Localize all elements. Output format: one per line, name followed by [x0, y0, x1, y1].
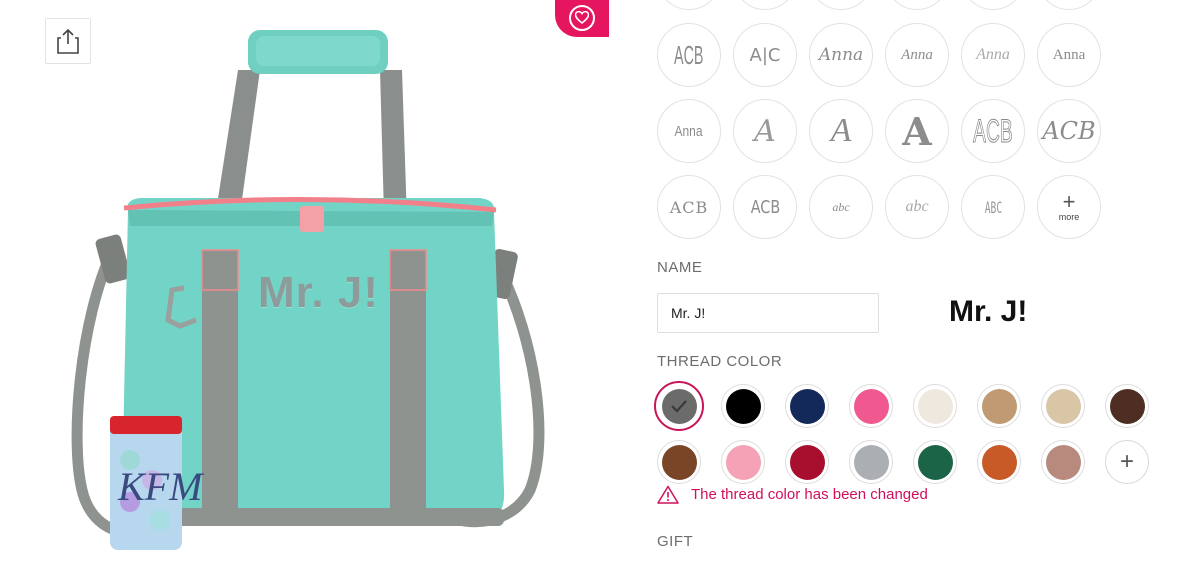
- plus-icon: +: [1062, 188, 1076, 214]
- thread-swatch[interactable]: [849, 384, 893, 428]
- font-option-block-letter[interactable]: A: [885, 99, 949, 163]
- thread-swatch[interactable]: [977, 384, 1021, 428]
- thread-swatch-color: [917, 388, 953, 424]
- font-option-stencil[interactable]: ABC: [961, 175, 1025, 239]
- font-option-divided-monogram[interactable]: A|C: [733, 23, 797, 87]
- thread-swatch[interactable]: [913, 440, 957, 484]
- thread-swatch-color: [1045, 388, 1081, 424]
- thread-swatch-color: [661, 388, 697, 424]
- font-option[interactable]: [809, 0, 873, 10]
- thread-swatch-color: [917, 444, 953, 480]
- gift-section-label: GIFT: [657, 533, 694, 550]
- thread-color-row-2: +: [657, 440, 1149, 484]
- warning-icon: [657, 485, 679, 504]
- thread-swatch[interactable]: [1105, 384, 1149, 428]
- name-section-label: NAME: [657, 259, 703, 276]
- thread-swatch-color: [1109, 388, 1145, 424]
- font-option-slim-monogram[interactable]: ACB: [657, 23, 721, 87]
- font-option[interactable]: [961, 0, 1025, 10]
- plus-icon: +: [1119, 448, 1134, 475]
- font-option-ornate-letter[interactable]: A: [733, 99, 797, 163]
- thread-swatch[interactable]: [785, 384, 829, 428]
- thread-swatch[interactable]: [785, 440, 829, 484]
- thread-swatch-color: [725, 388, 761, 424]
- thread-swatch-color: [981, 444, 1017, 480]
- font-option-script-anna[interactable]: Anna: [809, 23, 873, 87]
- font-row-1: [657, 0, 1101, 10]
- alert-message: The thread color has been changed: [691, 486, 928, 503]
- font-option-italic-anna[interactable]: Anna: [885, 23, 949, 87]
- svg-text:KFM: KFM: [117, 464, 205, 509]
- font-option-handwriting[interactable]: abc: [885, 175, 949, 239]
- font-option-classic-monogram[interactable]: ACB: [657, 175, 721, 239]
- font-option-thin-script-anna[interactable]: Anna: [961, 23, 1025, 87]
- font-option-outline-monogram[interactable]: ACB: [961, 99, 1025, 163]
- thread-color-row-1: [654, 381, 1149, 431]
- font-option-vine-monogram[interactable]: ACB: [1037, 99, 1101, 163]
- font-row-4: ACB ACB abc abc ABC + more: [657, 175, 1101, 239]
- thread-swatch[interactable]: [849, 440, 893, 484]
- font-option-lowercase-script[interactable]: abc: [809, 175, 873, 239]
- name-input[interactable]: [657, 293, 879, 333]
- name-preview: Mr. J!: [949, 295, 1028, 328]
- thread-change-alert: The thread color has been changed: [657, 485, 928, 504]
- font-option-thin-monogram[interactable]: ACB: [733, 175, 797, 239]
- checkmark-icon: [671, 400, 687, 413]
- thread-swatch[interactable]: [977, 440, 1021, 484]
- font-option-narrow-anna[interactable]: Anna: [657, 99, 721, 163]
- thread-swatch-color: [981, 388, 1017, 424]
- thread-swatch[interactable]: [721, 384, 765, 428]
- font-option-flourish-letter[interactable]: A: [809, 99, 873, 163]
- thread-swatch[interactable]: [913, 384, 957, 428]
- favorite-button[interactable]: [555, 0, 609, 37]
- thread-swatch-color: [789, 388, 825, 424]
- thread-color-label: THREAD COLOR: [657, 353, 783, 370]
- font-option[interactable]: [1037, 0, 1101, 10]
- thread-swatch[interactable]: [1041, 384, 1085, 428]
- thread-swatch-selected[interactable]: [654, 381, 704, 431]
- thread-swatch[interactable]: [1041, 440, 1085, 484]
- thread-swatch-color: [789, 444, 825, 480]
- add-thread-color-button[interactable]: +: [1105, 440, 1149, 484]
- thread-swatch-color: [661, 444, 697, 480]
- bag-personalization-preview: Mr. J!: [258, 268, 379, 317]
- font-row-3: Anna A A A ACB ACB: [657, 99, 1101, 163]
- font-option[interactable]: [885, 0, 949, 10]
- font-option[interactable]: [733, 0, 797, 10]
- thread-swatch-color: [1045, 444, 1081, 480]
- font-option[interactable]: [657, 0, 721, 10]
- thread-swatch-color: [853, 444, 889, 480]
- thread-swatch[interactable]: [657, 440, 701, 484]
- font-option-serif-anna[interactable]: Anna: [1037, 23, 1101, 87]
- thread-swatch-color: [853, 388, 889, 424]
- font-row-2: ACB A|C Anna Anna Anna Anna: [657, 23, 1101, 87]
- heart-icon: [569, 4, 595, 31]
- thread-swatch[interactable]: [721, 440, 765, 484]
- thread-swatch-color: [725, 444, 761, 480]
- more-fonts-button[interactable]: + more: [1037, 175, 1101, 239]
